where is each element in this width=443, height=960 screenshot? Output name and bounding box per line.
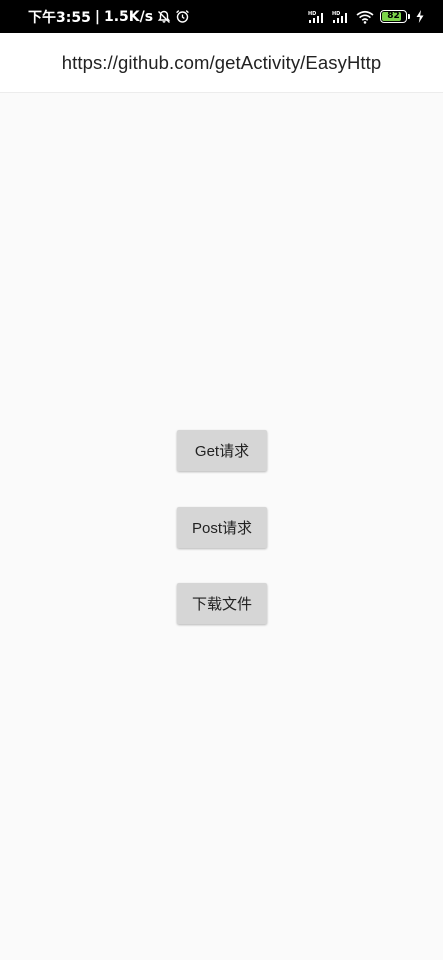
svg-text:HD: HD (332, 11, 340, 17)
status-left: 下午3:55 | 1.5K/s (28, 0, 190, 33)
download-file-button[interactable]: 下载文件 (177, 583, 267, 624)
wifi-icon (356, 10, 374, 24)
battery-level: 82 (387, 11, 400, 21)
charging-icon (416, 10, 424, 23)
app-bar: https://github.com/getActivity/EasyHttp (0, 33, 443, 93)
notifications-off-icon (157, 10, 171, 24)
svg-text:HD: HD (308, 11, 316, 17)
status-time: 下午3:55 (28, 9, 91, 26)
battery-icon: 82 (380, 10, 410, 23)
alarm-icon (175, 9, 190, 24)
status-bar: 下午3:55 | 1.5K/s HD HD 82 (0, 0, 443, 33)
app-bar-title: https://github.com/getActivity/EasyHttp (61, 51, 382, 73)
hd-signal-icon: HD (332, 10, 350, 24)
status-net-speed: 1.5K/s (103, 8, 154, 25)
status-right: HD HD 82 (308, 0, 424, 33)
get-request-button[interactable]: Get请求 (177, 430, 267, 471)
hd-signal-icon: HD (308, 10, 326, 24)
status-separator: | (94, 8, 100, 25)
post-request-button[interactable]: Post请求 (177, 507, 267, 548)
